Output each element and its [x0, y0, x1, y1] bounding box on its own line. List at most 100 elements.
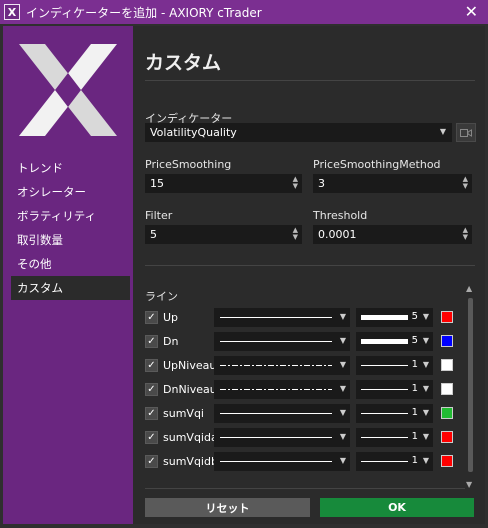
line-name: UpNiveau	[163, 359, 217, 372]
line-style-select[interactable]: ▼	[214, 380, 350, 399]
line-width-select[interactable]: 1 ▼	[356, 356, 433, 375]
param-label: Threshold	[313, 209, 368, 222]
line-checkbox[interactable]: ✓	[145, 359, 158, 372]
line-style-preview	[220, 341, 332, 342]
line-row: ✓ DnNiveau ▼ 1 ▼	[145, 380, 465, 400]
line-width-select[interactable]: 1 ▼	[356, 404, 433, 423]
line-color-swatch[interactable]	[441, 383, 453, 395]
line-row: ✓ UpNiveau ▼ 1 ▼	[145, 356, 465, 376]
chevron-down-icon: ▼	[422, 456, 429, 465]
stepper-icon[interactable]: ▲ ▼	[463, 227, 468, 241]
sidebar-item[interactable]: ボラティリティ	[3, 204, 133, 228]
scrollbar[interactable]: ▲ ▼	[466, 284, 474, 490]
indicator-select[interactable]: VolatilityQuality ▼	[145, 123, 452, 142]
line-checkbox[interactable]: ✓	[145, 311, 158, 324]
line-checkbox[interactable]: ✓	[145, 383, 158, 396]
line-width-preview	[361, 389, 408, 390]
divider	[145, 80, 475, 81]
param-value: 15	[150, 177, 164, 190]
line-style-select[interactable]: ▼	[214, 356, 350, 375]
line-width-select[interactable]: 1 ▼	[356, 380, 433, 399]
sidebar-item[interactable]: 取引数量	[3, 228, 133, 252]
line-color-swatch[interactable]	[441, 407, 453, 419]
sidebar: トレンド オシレーター ボラティリティ 取引数量 その他 カスタム	[3, 26, 133, 524]
line-checkbox[interactable]: ✓	[145, 455, 158, 468]
line-checkbox[interactable]: ✓	[145, 407, 158, 420]
line-name: DnNiveau	[163, 383, 217, 396]
category-list: トレンド オシレーター ボラティリティ 取引数量 その他 カスタム	[3, 156, 133, 300]
scroll-up-icon[interactable]: ▲	[466, 284, 472, 293]
line-style-select[interactable]: ▼	[214, 452, 350, 471]
app-icon: X	[4, 4, 20, 20]
sidebar-item[interactable]: その他	[3, 252, 133, 276]
chevron-down-icon: ▼	[339, 360, 346, 369]
line-style-preview	[220, 437, 332, 438]
stepper-icon[interactable]: ▲ ▼	[463, 176, 468, 190]
line-color-swatch[interactable]	[441, 455, 453, 467]
line-width-value: 1	[411, 407, 418, 418]
price-smoothing-method-input[interactable]: 3 ▲ ▼	[313, 174, 472, 193]
price-smoothing-input[interactable]: 15 ▲ ▼	[145, 174, 302, 193]
line-width-value: 1	[411, 431, 418, 442]
main-panel: カスタム インディケーター VolatilityQuality ▼ PriceS…	[133, 26, 485, 524]
scroll-down-icon[interactable]: ▼	[466, 480, 472, 489]
lines-label: ライン	[145, 290, 178, 303]
line-name: sumVqidb	[163, 455, 218, 468]
line-width-preview	[361, 413, 408, 414]
stepper-icon[interactable]: ▲ ▼	[293, 227, 298, 241]
sidebar-item[interactable]: トレンド	[3, 156, 133, 180]
line-width-value: 1	[411, 359, 418, 370]
line-row: ✓ sumVqida ▼ 1 ▼	[145, 428, 465, 448]
line-style-select[interactable]: ▼	[214, 332, 350, 351]
line-row: ✓ sumVqi ▼ 1 ▼	[145, 404, 465, 424]
param-value: 3	[318, 177, 325, 190]
filter-input[interactable]: 5 ▲ ▼	[145, 225, 302, 244]
line-width-value: 1	[411, 383, 418, 394]
line-color-swatch[interactable]	[441, 359, 453, 371]
axiory-logo	[19, 44, 117, 136]
chevron-down-icon: ▼	[422, 408, 429, 417]
param-label: Filter	[145, 209, 173, 222]
line-width-select[interactable]: 1 ▼	[356, 428, 433, 447]
line-name: sumVqi	[163, 407, 204, 420]
line-width-preview	[361, 365, 408, 366]
line-checkbox[interactable]: ✓	[145, 335, 158, 348]
param-value: 0.0001	[318, 228, 357, 241]
line-width-select[interactable]: 1 ▼	[356, 452, 433, 471]
line-style-preview	[220, 389, 332, 390]
line-row: ✓ sumVqidb ▼ 1 ▼	[145, 452, 465, 472]
line-style-preview	[220, 365, 332, 366]
ok-button[interactable]: OK	[320, 498, 474, 517]
chevron-down-icon: ▼	[422, 384, 429, 393]
video-camera-icon[interactable]	[456, 123, 476, 142]
line-row: ✓ Up ▼ 5 ▼	[145, 308, 465, 328]
reset-button[interactable]: リセット	[145, 498, 310, 517]
close-icon[interactable]: ✕	[465, 2, 478, 21]
line-color-swatch[interactable]	[441, 311, 453, 323]
chevron-down-icon: ▼	[339, 408, 346, 417]
line-width-preview	[361, 339, 408, 344]
chevron-down-icon: ▼	[422, 360, 429, 369]
line-width-preview	[361, 461, 408, 462]
sidebar-item[interactable]: カスタム	[11, 276, 130, 300]
line-style-select[interactable]: ▼	[214, 308, 350, 327]
line-checkbox[interactable]: ✓	[145, 431, 158, 444]
scroll-thumb[interactable]	[468, 298, 473, 472]
sidebar-item[interactable]: オシレーター	[3, 180, 133, 204]
title-bar: X インディケーターを追加 - AXIORY cTrader ✕	[0, 0, 488, 24]
line-width-select[interactable]: 5 ▼	[356, 308, 433, 327]
chevron-down-icon: ▼	[339, 312, 346, 321]
line-width-select[interactable]: 5 ▼	[356, 332, 433, 351]
line-row: ✓ Dn ▼ 5 ▼	[145, 332, 465, 352]
chevron-down-icon: ▼	[339, 432, 346, 441]
chevron-down-icon: ▼	[339, 456, 346, 465]
chevron-down-icon: ▼	[422, 336, 429, 345]
lines-list: ✓ Up ▼ 5 ▼ ✓ Dn ▼ 5 ▼ ✓ UpNiveau ▼ 1 ▼ ✓ DnNiveau ▼ 1 ▼ ✓ sum…	[145, 308, 465, 484]
line-style-select[interactable]: ▼	[214, 404, 350, 423]
threshold-input[interactable]: 0.0001 ▲ ▼	[313, 225, 472, 244]
line-style-select[interactable]: ▼	[214, 428, 350, 447]
line-width-preview	[361, 315, 408, 320]
stepper-icon[interactable]: ▲ ▼	[293, 176, 298, 190]
line-color-swatch[interactable]	[441, 335, 453, 347]
line-color-swatch[interactable]	[441, 431, 453, 443]
